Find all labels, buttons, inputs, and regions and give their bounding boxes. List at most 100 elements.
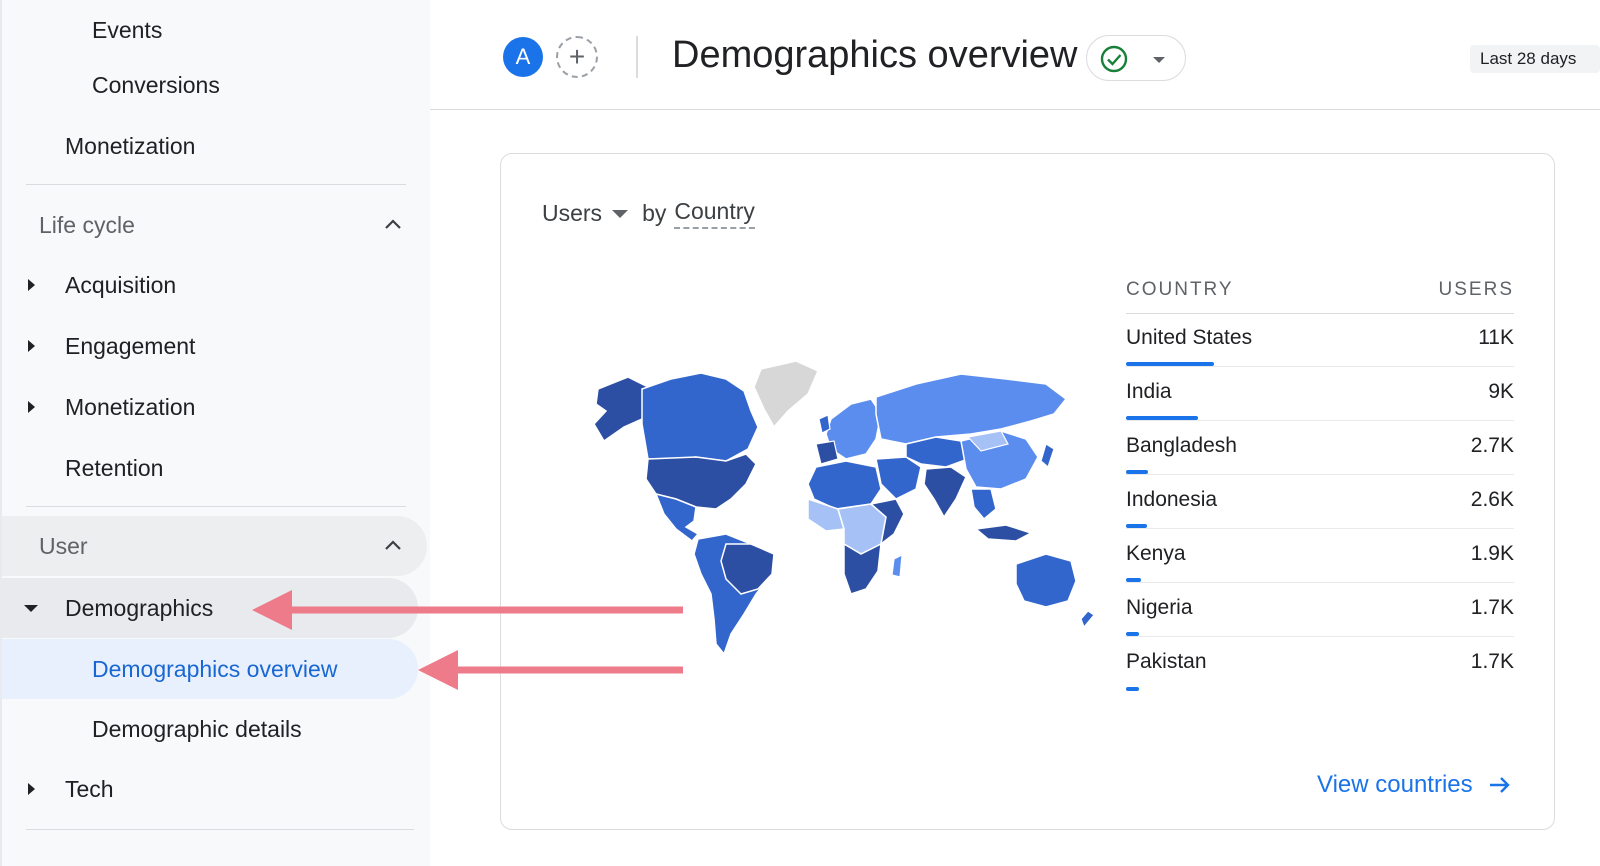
map-region-india[interactable] (923, 466, 967, 519)
country-users: 1.7K (1470, 650, 1514, 673)
column-header-users[interactable]: USERS (1439, 279, 1514, 301)
sidebar-item-label: Demographics overview (92, 655, 338, 682)
table-row[interactable]: India 9K (1126, 367, 1514, 421)
chevron-up-icon[interactable] (383, 215, 403, 235)
country-name: Nigeria (1126, 596, 1193, 619)
country-name: India (1126, 380, 1172, 403)
map-region-indonesia[interactable] (974, 524, 1033, 542)
view-countries-label: View countries (1317, 771, 1473, 798)
sidebar-item-label: Engagement (65, 332, 196, 359)
map-region-canada[interactable] (641, 372, 759, 462)
map-region-alaska[interactable] (593, 376, 649, 443)
country-users: 1.7K (1470, 596, 1514, 619)
table-row[interactable]: Bangladesh 2.7K (1126, 421, 1514, 475)
share-bar (1126, 687, 1139, 691)
add-comparison-button[interactable]: + (556, 36, 598, 78)
table-row[interactable]: Pakistan 1.7K (1126, 637, 1514, 691)
dimension-selector[interactable]: Country (674, 198, 755, 229)
sidebar-item-label: Conversions (92, 71, 220, 98)
section-lifecycle[interactable]: Life cycle (2, 195, 427, 255)
sidebar-item-label: Demographics (65, 594, 214, 621)
sidebar-item-demographic-details[interactable]: Demographic details (2, 699, 427, 759)
sidebar-item-engagement[interactable]: Engagement (2, 316, 427, 376)
chevron-up-icon[interactable] (383, 536, 403, 556)
sidebar-item-label: Events (92, 16, 163, 43)
sidebar-divider (26, 184, 406, 185)
map-region-japan[interactable] (1040, 443, 1055, 469)
sidebar-nav: Events Conversions Monetization Life cyc… (0, 0, 430, 866)
share-bar (1126, 578, 1141, 582)
table-row[interactable]: United States 11K (1126, 313, 1514, 367)
map-region-new-zealand[interactable] (1080, 610, 1095, 629)
expand-caret-icon[interactable] (24, 339, 38, 353)
sidebar-item-monetization-top[interactable]: Monetization (2, 116, 427, 176)
map-region-australia[interactable] (1015, 553, 1077, 608)
date-range-picker[interactable]: Last 28 days (1470, 45, 1600, 73)
country-name: Indonesia (1126, 488, 1218, 511)
map-region-europe-west[interactable] (815, 440, 839, 465)
section-title: User (39, 532, 88, 559)
country-users: 1.9K (1470, 542, 1514, 565)
country-users: 9K (1488, 380, 1514, 403)
country-name: Kenya (1126, 542, 1186, 565)
table-row[interactable]: Kenya 1.9K (1126, 529, 1514, 583)
sidebar-item-label: Acquisition (65, 271, 177, 298)
sidebar-item-demographics[interactable]: Demographics (2, 578, 418, 638)
country-name: Bangladesh (1126, 434, 1237, 457)
section-title: Life cycle (39, 211, 135, 238)
users-by-country-card: Users by Country COUNTRY USERS United St… (500, 153, 1555, 830)
map-region-middle-east[interactable] (875, 456, 922, 500)
sidebar-item-conversions[interactable]: Conversions (2, 55, 427, 115)
country-name: United States (1126, 326, 1253, 349)
table-row[interactable]: Indonesia 2.6K (1126, 475, 1514, 529)
sidebar-item-retention[interactable]: Retention (2, 438, 427, 498)
sidebar-item-label: Monetization (65, 393, 196, 420)
sidebar-item-label: Monetization (65, 132, 196, 159)
sidebar-item-label: Tech (65, 775, 114, 802)
column-header-country[interactable]: COUNTRY (1126, 279, 1234, 301)
world-map[interactable] (576, 349, 1096, 659)
sidebar-item-events[interactable]: Events (2, 0, 427, 60)
arrow-right-icon (1489, 777, 1510, 793)
table-row[interactable]: Nigeria 1.7K (1126, 583, 1514, 637)
share-bar (1126, 362, 1214, 366)
view-countries-link[interactable]: View countries (1317, 771, 1513, 799)
sidebar-item-tech[interactable]: Tech (2, 759, 427, 819)
sidebar-divider (26, 829, 414, 830)
metric-selector-row: Users by Country (542, 198, 755, 229)
country-users: 2.6K (1470, 488, 1514, 511)
dropdown-arrow-icon (1153, 57, 1165, 63)
check-circle-icon (1100, 45, 1128, 73)
sidebar-item-acquisition[interactable]: Acquisition (2, 255, 427, 315)
country-users: 11K (1478, 326, 1514, 349)
sidebar-divider (26, 506, 406, 507)
sidebar-item-monetization[interactable]: Monetization (2, 377, 427, 437)
sidebar-item-demographics-overview[interactable]: Demographics overview (2, 639, 418, 699)
expand-caret-icon[interactable] (24, 782, 38, 796)
country-users: 2.7K (1470, 434, 1514, 457)
map-region-greenland[interactable] (753, 360, 819, 429)
header-separator (636, 36, 638, 78)
map-region-russia[interactable] (875, 373, 1068, 445)
expand-caret-icon[interactable] (24, 278, 38, 292)
share-bar (1126, 470, 1148, 474)
country-name: Pakistan (1126, 650, 1207, 673)
metric-dropdown-icon[interactable] (612, 209, 629, 218)
share-bar (1126, 632, 1139, 636)
sidebar-item-label: Demographic details (92, 715, 302, 742)
by-prefix: by (642, 200, 667, 226)
report-header: A + Demographics overview Last 28 days (430, 0, 1600, 110)
map-region-uk[interactable] (818, 414, 831, 434)
metric-selector[interactable]: Users (542, 200, 602, 227)
collapse-caret-icon[interactable] (24, 601, 38, 615)
sidebar-item-label: Retention (65, 454, 164, 481)
map-region-southeast-asia[interactable] (970, 488, 997, 521)
report-status-dropdown[interactable] (1086, 35, 1186, 81)
expand-caret-icon[interactable] (24, 400, 38, 414)
section-user[interactable]: User (2, 516, 427, 576)
map-region-africa-north[interactable] (807, 460, 882, 510)
map-region-madagascar[interactable] (891, 553, 903, 578)
share-bar (1126, 416, 1198, 420)
share-bar (1126, 524, 1147, 528)
avatar[interactable]: A (503, 37, 543, 77)
